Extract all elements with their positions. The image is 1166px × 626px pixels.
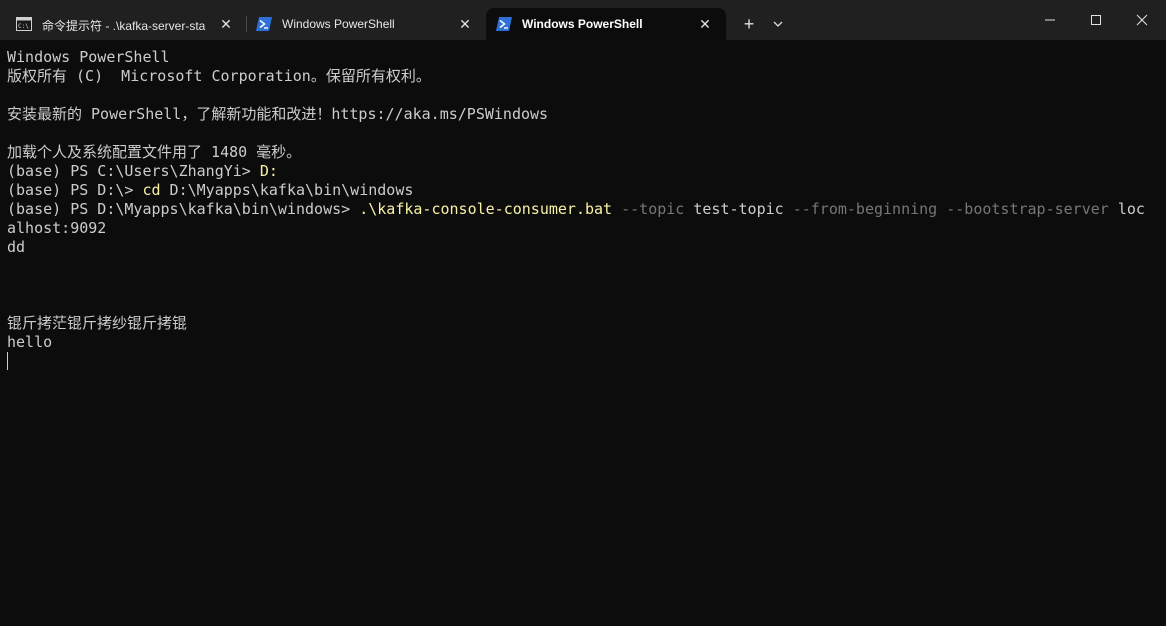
output-line: hello xyxy=(7,333,53,351)
tab-powershell[interactable]: Windows PowerShell ✕ xyxy=(246,8,486,40)
prompt-line: (base) PS D:\> cd D:\Myapps\kafka\bin\wi… xyxy=(7,181,413,200)
terminal-window: C:\ 命令提示符 - .\kafka-server-sta ✕ Windows… xyxy=(0,0,1166,626)
command-text: D: xyxy=(259,162,278,180)
powershell-icon xyxy=(496,17,512,31)
prompt-line: (base) PS D:\Myapps\kafka\bin\windows> .… xyxy=(7,200,1145,219)
parameter-text: --bootstrap-server xyxy=(937,200,1109,218)
argument-text: test-topic xyxy=(684,200,784,218)
powershell-icon xyxy=(256,17,272,31)
prompt-text: (base) PS D:\Myapps\kafka\bin\windows> xyxy=(7,200,360,218)
close-tab-icon[interactable]: ✕ xyxy=(696,15,714,33)
parameter-text: --topic xyxy=(612,200,685,218)
output-line: 锟斤拷茫锟斤拷纱锟斤拷锟 xyxy=(7,314,188,332)
close-tab-icon[interactable]: ✕ xyxy=(217,15,235,33)
svg-text:C:\: C:\ xyxy=(18,23,29,30)
tab-bar: C:\ 命令提示符 - .\kafka-server-sta ✕ Windows… xyxy=(0,0,1166,40)
output-line: dd xyxy=(7,238,26,256)
tab-label: 命令提示符 - .\kafka-server-sta xyxy=(42,19,206,33)
minimize-icon xyxy=(1045,19,1055,21)
text-cursor xyxy=(7,352,8,370)
maximize-icon xyxy=(1091,15,1101,25)
parameter-text: --from-beginning xyxy=(783,200,938,218)
tab-powershell-active[interactable]: Windows PowerShell ✕ xyxy=(486,8,726,40)
terminal-line: 版权所有 (C) Microsoft Corporation。保留所有权利。 xyxy=(7,67,431,85)
terminal-line: Windows PowerShell xyxy=(7,48,170,66)
prompt-line: (base) PS C:\Users\ZhangYi> D: xyxy=(7,162,278,181)
close-tab-icon[interactable]: ✕ xyxy=(456,15,474,33)
command-text: cd xyxy=(142,181,161,199)
terminal-output[interactable]: Windows PowerShell 版权所有 (C) Microsoft Co… xyxy=(0,40,1166,626)
minimize-button[interactable] xyxy=(1027,0,1073,40)
tab-dropdown-button[interactable] xyxy=(768,13,788,35)
prompt-text: (base) PS C:\Users\ZhangYi> xyxy=(7,162,260,180)
tab-label: Windows PowerShell xyxy=(522,17,643,31)
maximize-button[interactable] xyxy=(1073,0,1119,40)
terminal-line: alhost:9092 xyxy=(7,219,107,237)
argument-text: D:\Myapps\kafka\bin\windows xyxy=(160,181,414,199)
terminal-line: 加载个人及系统配置文件用了 1480 毫秒。 xyxy=(7,143,302,161)
terminal-line: 安装最新的 PowerShell，了解新功能和改进！https://aka.ms… xyxy=(7,105,549,123)
tab-command-prompt[interactable]: C:\ 命令提示符 - .\kafka-server-sta ✕ xyxy=(0,8,246,40)
command-text: .\kafka-console-consumer.bat xyxy=(359,200,613,218)
close-icon xyxy=(1136,14,1148,26)
chevron-down-icon xyxy=(773,21,783,27)
prompt-text: (base) PS D:\> xyxy=(7,181,143,199)
close-window-button[interactable] xyxy=(1119,0,1165,40)
new-tab-button[interactable]: + xyxy=(738,13,760,35)
cmd-icon: C:\ xyxy=(16,17,32,31)
tab-label: Windows PowerShell xyxy=(282,17,395,31)
argument-text: loc xyxy=(1108,200,1145,218)
